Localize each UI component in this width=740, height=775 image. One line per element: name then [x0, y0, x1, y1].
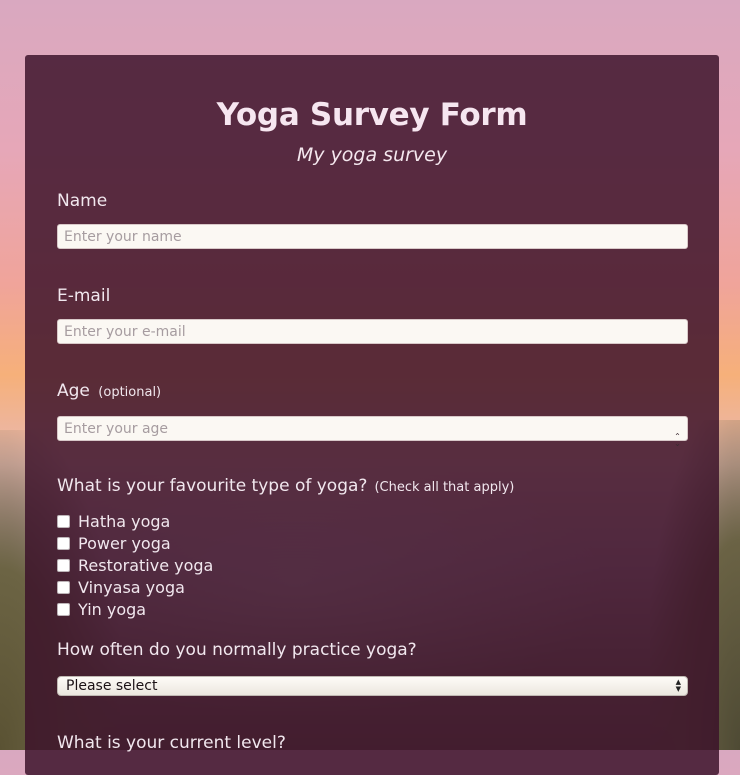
frequency-question: How often do you normally practice yoga? — [57, 640, 417, 660]
checkbox-row-restorative[interactable]: Restorative yoga — [57, 555, 514, 577]
checkbox-row-power[interactable]: Power yoga — [57, 533, 514, 555]
yoga-question: What is your favourite type of yoga? — [57, 476, 368, 496]
level-question: What is your current level? — [57, 733, 286, 753]
level-group: What is your current level? — [57, 732, 286, 754]
checkbox-row-vinyasa[interactable]: Vinyasa yoga — [57, 576, 514, 598]
age-label-row: Age (optional) — [57, 380, 688, 404]
email-group: E-mail — [57, 285, 688, 344]
checkbox-vinyasa[interactable] — [57, 580, 70, 594]
checkbox-row-hatha[interactable]: Hatha yoga — [57, 511, 514, 533]
checkbox-label-power: Power yoga — [78, 534, 171, 554]
spinner-icon[interactable]: ⌃ ⌄ — [673, 433, 682, 449]
checkbox-label-restorative: Restorative yoga — [78, 555, 214, 575]
checkbox-row-yin[interactable]: Yin yoga — [57, 598, 514, 620]
frequency-group: How often do you normally practice yoga?… — [57, 639, 688, 696]
checkbox-label-yin: Yin yoga — [78, 599, 147, 619]
yoga-question-row: What is your favourite type of yoga? (Che… — [57, 475, 514, 499]
name-input[interactable] — [57, 224, 688, 249]
yoga-type-group: What is your favourite type of yoga? (Che… — [57, 475, 514, 620]
checkbox-restorative[interactable] — [57, 558, 70, 572]
checkbox-label-hatha: Hatha yoga — [78, 512, 171, 532]
survey-card: Yoga Survey Form My yoga survey Name E-m… — [25, 55, 719, 775]
name-label: Name — [57, 191, 108, 211]
age-group: Age (optional) ⌃⌄ — [57, 380, 688, 448]
age-optional-hint: (optional) — [98, 385, 162, 400]
frequency-select[interactable]: Please select ▲ ▼ — [57, 676, 688, 696]
yoga-checkbox-list: Hatha yoga Power yoga Restorative yoga V… — [57, 511, 514, 620]
form-subtitle: My yoga survey — [296, 144, 448, 166]
age-input[interactable] — [57, 416, 688, 441]
checkbox-power[interactable] — [57, 537, 70, 551]
checkbox-label-vinyasa: Vinyasa yoga — [78, 577, 185, 597]
yoga-check-hint: (Check all that apply) — [374, 480, 515, 495]
form-title: Yoga Survey Form — [216, 97, 528, 133]
age-label: Age — [57, 381, 90, 401]
checkbox-hatha[interactable] — [57, 515, 70, 529]
name-group: Name — [57, 190, 688, 249]
email-label: E-mail — [57, 286, 111, 306]
age-field-wrap: ⌃⌄ — [57, 416, 688, 448]
email-input[interactable] — [57, 319, 688, 344]
checkbox-yin[interactable] — [57, 602, 70, 616]
select-arrows-icon: ▲ ▼ — [675, 678, 681, 693]
frequency-selected-value: Please select — [66, 678, 158, 694]
